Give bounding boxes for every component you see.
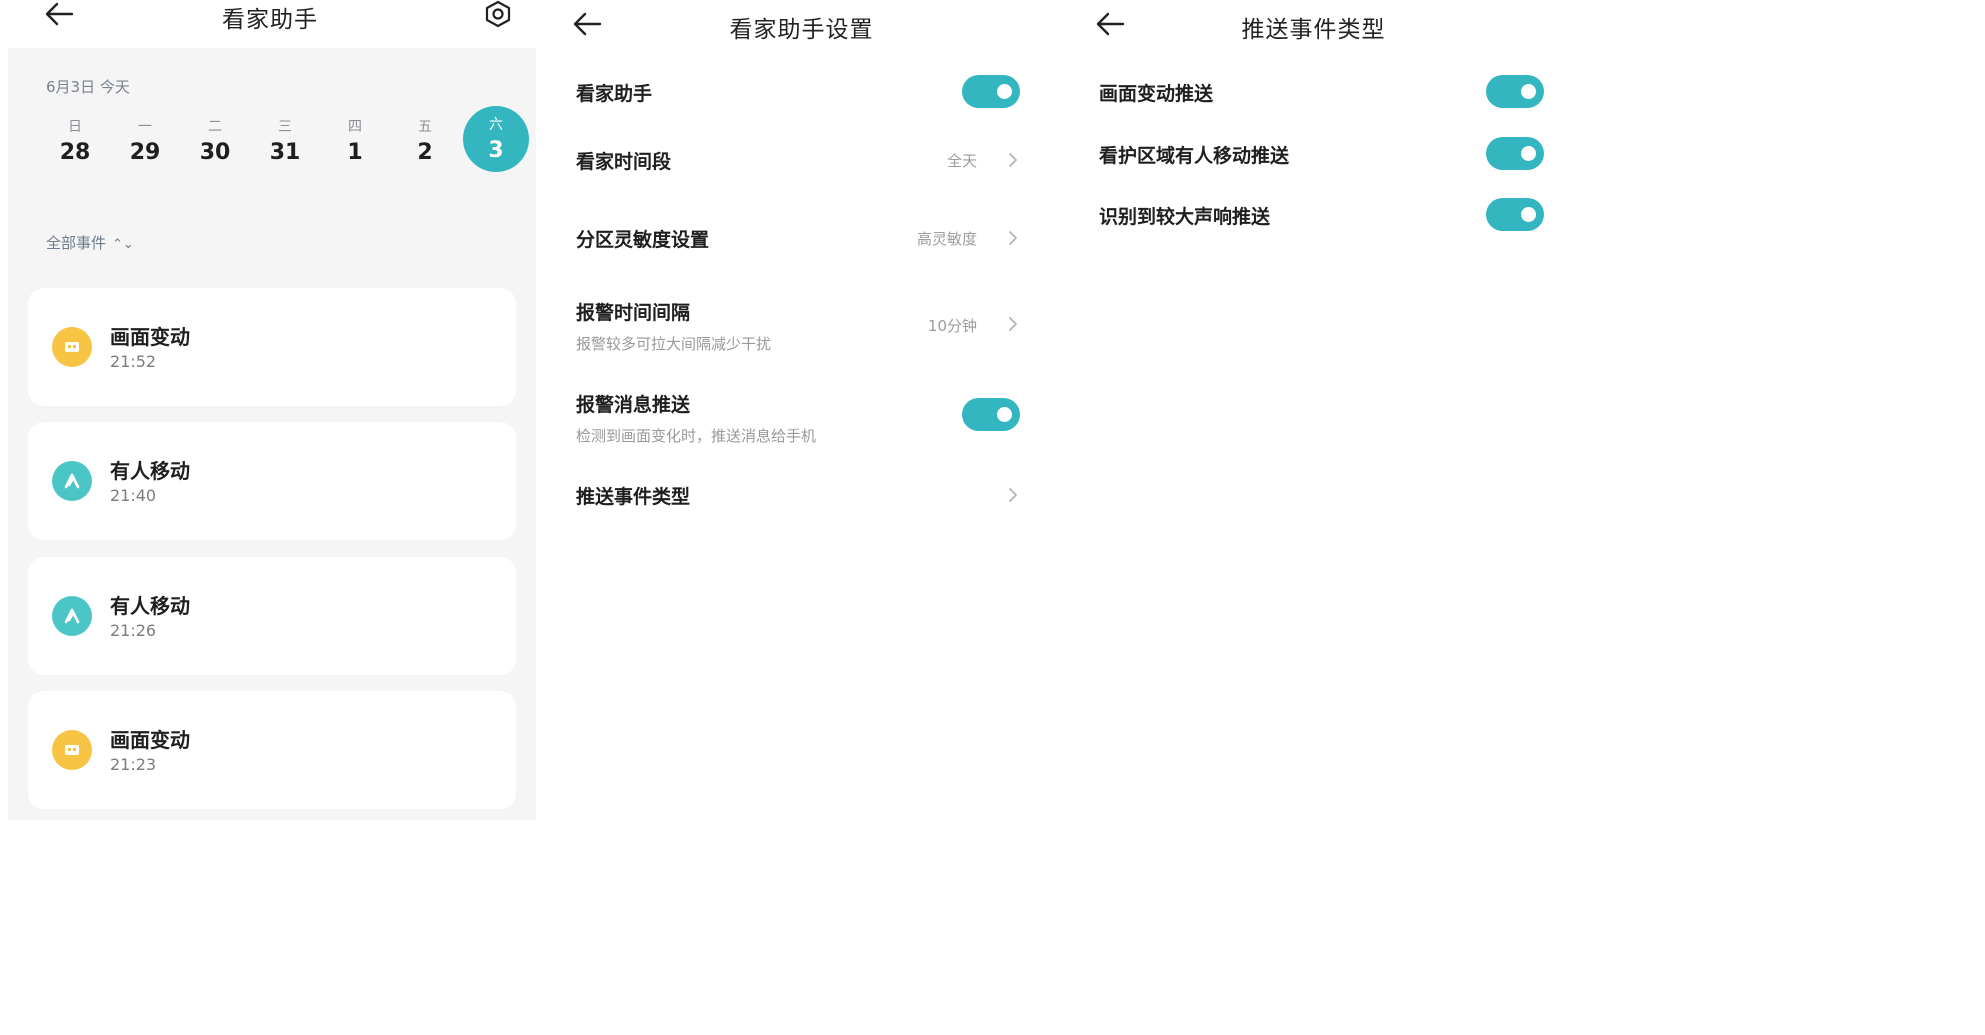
setting-value: 高灵敏度	[916, 230, 977, 248]
setting-description: 检测到画面变化时，推送消息给手机	[576, 427, 817, 445]
person-moving-icon	[52, 461, 92, 501]
day-of-week: 五	[418, 119, 432, 135]
toggle-knob	[1521, 84, 1536, 99]
event-card[interactable]: 有人移动 21:26	[28, 557, 516, 675]
day-of-week: 二	[208, 119, 222, 135]
event-title: 有人移动	[110, 459, 190, 483]
setting-value: 全天	[946, 152, 977, 170]
top-bar: 看家助手设置	[540, 0, 1063, 48]
person-moving-icon	[52, 596, 92, 636]
day-number: 3	[488, 138, 504, 163]
page-title: 推送事件类型	[1241, 17, 1386, 43]
push-event-types-panel: 推送事件类型 画面变动推送 看护区域有人移动推送 识别到较大声响推送	[1063, 0, 1564, 820]
day-number: 30	[199, 140, 231, 165]
week-strip: 日 28 一 29 二 30 三 31 四 1 五 2 六 3	[24, 106, 529, 178]
toggle-knob	[997, 407, 1012, 422]
chevron-right-icon	[1007, 486, 1019, 504]
day-number: 29	[129, 140, 161, 165]
day-number: 31	[269, 140, 301, 165]
day-2[interactable]: 五 2	[392, 108, 458, 174]
screen-change-icon	[52, 730, 92, 770]
screen-change-icon	[52, 327, 92, 367]
filter-label: 全部事件	[46, 234, 107, 252]
event-time: 21:52	[110, 352, 157, 371]
event-time: 21:26	[110, 621, 157, 640]
push-loud-sound-label: 识别到较大声响推送	[1099, 206, 1271, 228]
event-title: 画面变动	[110, 325, 190, 349]
event-time: 21:23	[110, 755, 157, 774]
event-card[interactable]: 画面变动 21:52	[28, 288, 516, 406]
day-number: 2	[417, 140, 433, 165]
settings-gear-icon[interactable]	[483, 0, 513, 28]
event-card[interactable]: 画面变动 21:23	[28, 691, 516, 809]
setting-description: 报警较多可拉大间隔减少干扰	[576, 335, 772, 353]
setting-alarm-interval[interactable]: 报警时间间隔 报警较多可拉大间隔减少干扰	[576, 298, 771, 354]
setting-label: 报警消息推送	[576, 394, 691, 416]
day-of-week: 三	[278, 119, 292, 135]
toggle-knob	[997, 84, 1012, 99]
setting-push-event-types[interactable]: 推送事件类型	[576, 482, 690, 509]
date-caption: 6月3日 今天	[46, 78, 130, 96]
event-title: 画面变动	[110, 728, 190, 752]
day-30[interactable]: 二 30	[182, 108, 248, 174]
alarm-push-toggle[interactable]	[962, 398, 1020, 431]
setting-value: 10分钟	[927, 317, 977, 335]
day-number: 1	[347, 140, 363, 165]
setting-label: 看家助手	[576, 83, 653, 105]
events-content: 6月3日 今天 日 28 一 29 二 30 三 31 四 1 五 2 六 3 …	[8, 48, 536, 820]
day-of-week: 六	[489, 117, 503, 133]
toggle-knob	[1521, 146, 1536, 161]
home-assistant-toggle[interactable]	[962, 75, 1020, 108]
chevron-right-icon	[1007, 229, 1019, 247]
toggle-knob	[1521, 207, 1536, 222]
day-of-week: 四	[348, 119, 362, 135]
event-title: 有人移动	[110, 594, 190, 618]
chevron-up-down-icon: ⌃⌄	[112, 237, 134, 252]
setting-label: 分区灵敏度设置	[576, 229, 710, 251]
top-bar: 推送事件类型	[1063, 0, 1564, 48]
push-person-moving-label: 看护区域有人移动推送	[1099, 145, 1290, 167]
day-29[interactable]: 一 29	[112, 108, 178, 174]
day-31[interactable]: 三 31	[252, 108, 318, 174]
day-of-week: 日	[68, 119, 82, 135]
day-1[interactable]: 四 1	[322, 108, 388, 174]
push-screen-change-toggle[interactable]	[1486, 75, 1544, 108]
setting-label: 报警时间间隔	[576, 302, 691, 324]
push-screen-change-label: 画面变动推送	[1099, 83, 1214, 105]
assistant-settings-panel: 看家助手设置 看家助手 看家时间段 全天 分区灵敏度设置 高灵敏度 报警时间间隔…	[540, 0, 1063, 820]
event-card[interactable]: 有人移动 21:40	[28, 422, 516, 540]
day-28[interactable]: 日 28	[42, 108, 108, 174]
event-filter-dropdown[interactable]: 全部事件 ⌃⌄	[46, 232, 134, 253]
chevron-right-icon	[1007, 151, 1019, 169]
home-assistant-panel: 看家助手 6月3日 今天 日 28 一 29 二 30 三 31 四 1 五 2…	[0, 0, 540, 820]
day-of-week: 一	[138, 119, 152, 135]
push-loud-sound-toggle[interactable]	[1486, 198, 1544, 231]
setting-watch-period[interactable]: 看家时间段	[576, 147, 671, 174]
day-number: 28	[59, 140, 91, 165]
setting-label: 看家时间段	[576, 151, 672, 173]
chevron-right-icon	[1007, 315, 1019, 333]
event-time: 21:40	[110, 486, 157, 505]
page-title: 看家助手	[222, 7, 318, 33]
page-title: 看家助手设置	[729, 17, 874, 43]
setting-label: 推送事件类型	[576, 486, 691, 508]
top-bar: 看家助手	[0, 0, 540, 48]
push-person-moving-toggle[interactable]	[1486, 137, 1544, 170]
day-3-selected[interactable]: 六 3	[463, 106, 529, 172]
setting-zone-sensitivity[interactable]: 分区灵敏度设置	[576, 225, 709, 252]
setting-alarm-push[interactable]: 报警消息推送 检测到画面变化时，推送消息给手机	[576, 390, 816, 446]
setting-home-assistant[interactable]: 看家助手	[576, 79, 652, 106]
